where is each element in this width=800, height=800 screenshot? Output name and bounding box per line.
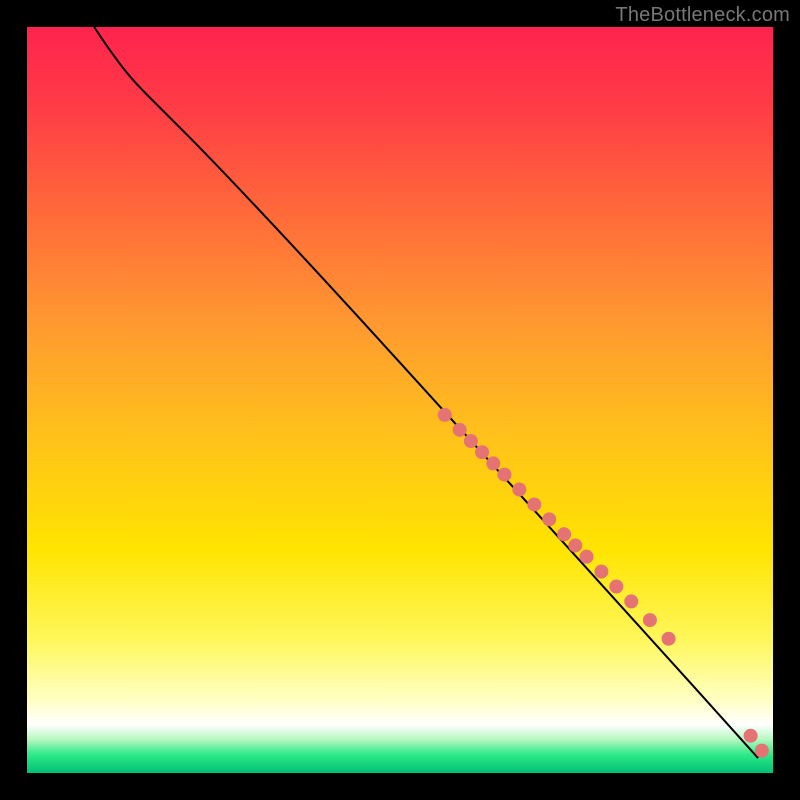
data-point (594, 565, 608, 579)
data-point (438, 408, 452, 422)
plot-area (27, 27, 773, 773)
data-point (557, 527, 571, 541)
data-point (624, 594, 638, 608)
data-point (527, 497, 541, 511)
data-point (542, 512, 556, 526)
data-point (568, 538, 582, 552)
data-point (755, 744, 769, 758)
data-point (497, 468, 511, 482)
attribution-text: TheBottleneck.com (615, 4, 790, 27)
data-point (643, 613, 657, 627)
data-point (475, 445, 489, 459)
data-point (464, 434, 478, 448)
data-point (609, 580, 623, 594)
scatter-points (438, 408, 769, 758)
curve-line (94, 27, 758, 758)
data-point (512, 483, 526, 497)
data-point (486, 456, 500, 470)
curve-layer (27, 27, 773, 773)
data-point (580, 550, 594, 564)
data-point (744, 729, 758, 743)
data-point (453, 423, 467, 437)
data-point (662, 632, 676, 646)
